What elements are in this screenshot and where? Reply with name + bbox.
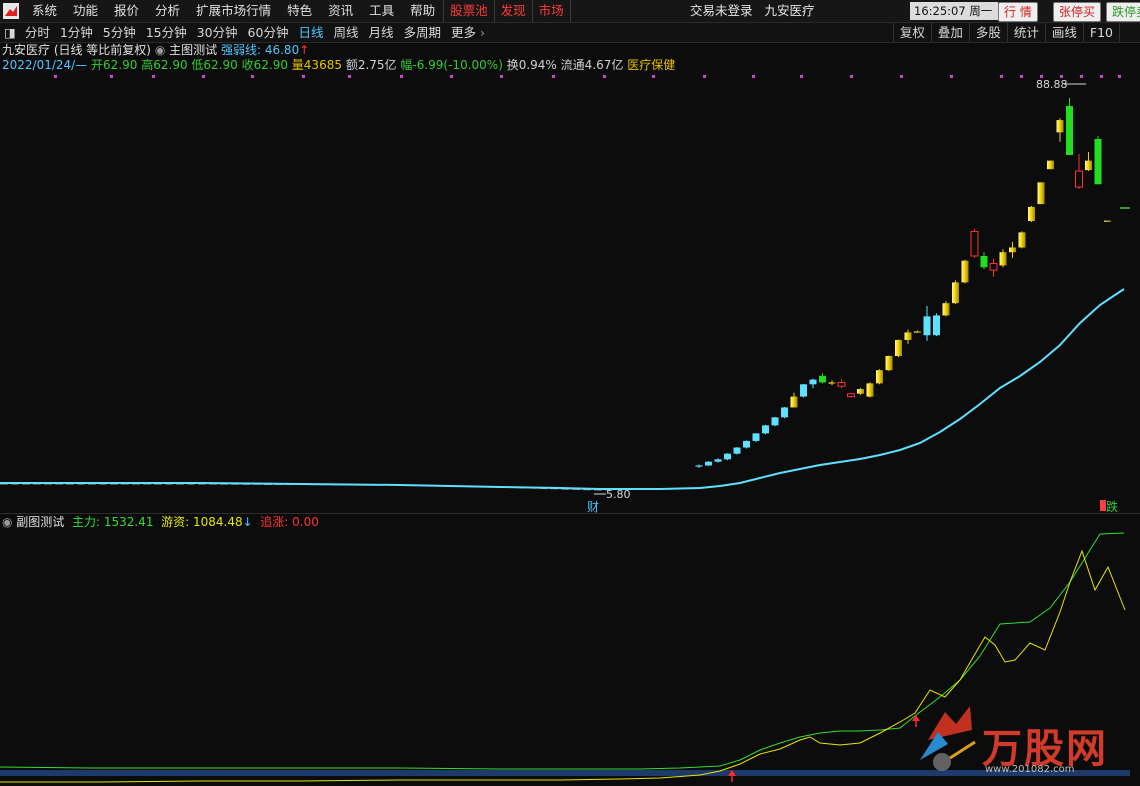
watermark-logo-icon xyxy=(920,706,976,771)
sub-chart[interactable] xyxy=(0,0,1140,786)
sub-baseline-band xyxy=(0,770,1130,776)
watermark-url: www.201082.com xyxy=(985,764,1075,775)
youzi-line xyxy=(0,549,1126,783)
